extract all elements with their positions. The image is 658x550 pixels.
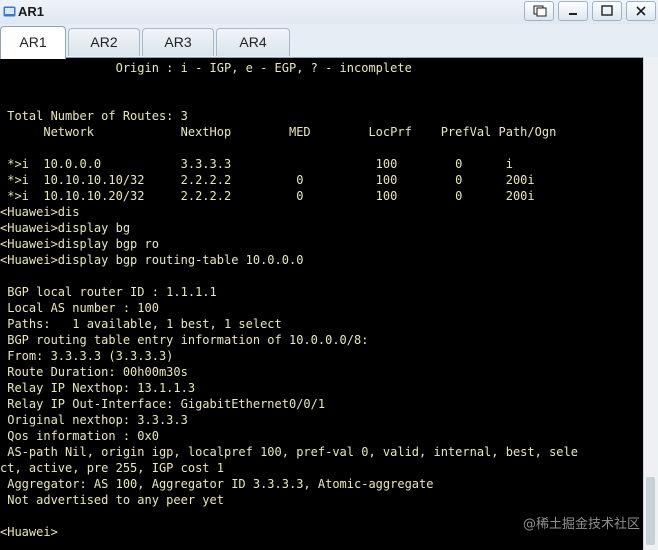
terminal-line: BGP local router ID : 1.1.1.1 [0,285,217,299]
watermark: @稀土掘金技术社区 [522,517,640,532]
terminal-line: <Huawei>display bgp ro [0,237,159,251]
terminal-line: <Huawei>dis [0,205,80,219]
terminal-window: AR1 AR1 AR2 AR3 AR4 Origin: i - IGP, e … [0,0,658,550]
terminal-line: Local AS number : 100 [0,301,159,315]
tab-ar4[interactable]: AR4 [216,28,290,56]
terminal-line: Relay IP Nexthop: 13.1.1.3 [0,381,196,395]
window-controls [524,1,656,21]
minimize-button[interactable] [558,1,588,21]
tab-ar1[interactable]: AR1 [0,26,66,59]
terminal-line: From: 3.3.3.3 (3.3.3.3) [0,349,174,363]
terminal-line: Total Number of Routes: 3 [0,109,188,123]
terminal-line: AS-path Nil, origin igp, localpref 100, … [0,445,578,459]
scrollbar-thumb[interactable] [646,477,655,545]
terminal-line: Paths: 1 available, 1 best, 1 select [0,317,282,331]
terminal-line: <Huawei>display bg [0,221,131,235]
tab-ar2[interactable]: AR2 [68,28,140,56]
terminal-line: *>i 10.0.0.0 3.3.3.3 100 0 i [0,157,513,171]
terminal-line: <Huawei>display bgp routing-table 10.0.0… [0,253,304,267]
title-bar: AR1 [0,0,658,25]
terminal-line: *>i 10.10.10.10/32 2.2.2.2 0 100 0 200i [0,173,535,187]
terminal-output[interactable]: Origin : i - IGP, e - EGP, ? - incomplet… [0,57,644,550]
close-button[interactable] [626,1,656,21]
terminal-line: Original nexthop: 3.3.3.3 [0,413,188,427]
app-icon [3,5,16,18]
terminal-line: Network NextHop MED LocPrf PrefVal Path/… [0,125,557,139]
tab-bar: AR1 AR2 AR3 AR4 [0,24,658,59]
terminal-line: Route Duration: 00h00m30s [0,365,188,379]
terminal-line: BGP routing table entry information of 1… [0,333,369,347]
terminal-line: *>i 10.10.10.20/32 2.2.2.2 0 100 0 200i [0,189,535,203]
window-title: AR1 [18,4,45,19]
terminal-prompt: <Huawei> [0,525,58,539]
terminal-line: Aggregator: AS 100, Aggregator ID 3.3.3.… [0,477,434,491]
terminal-line: ct, active, pre 255, IGP cost 1 [0,461,224,475]
maximize-button[interactable] [592,1,622,21]
terminal-line: Not advertised to any peer yet [0,493,224,507]
terminal-line: Origin : i - IGP, e - EGP, ? - incomplet… [0,61,412,75]
tab-ar3[interactable]: AR3 [142,28,214,56]
vertical-scrollbar[interactable] [643,57,658,550]
terminal-line: Relay IP Out-Interface: GigabitEthernet0… [0,397,326,411]
terminal-line: Qos information : 0x0 [0,429,159,443]
restore-button[interactable] [524,1,554,21]
